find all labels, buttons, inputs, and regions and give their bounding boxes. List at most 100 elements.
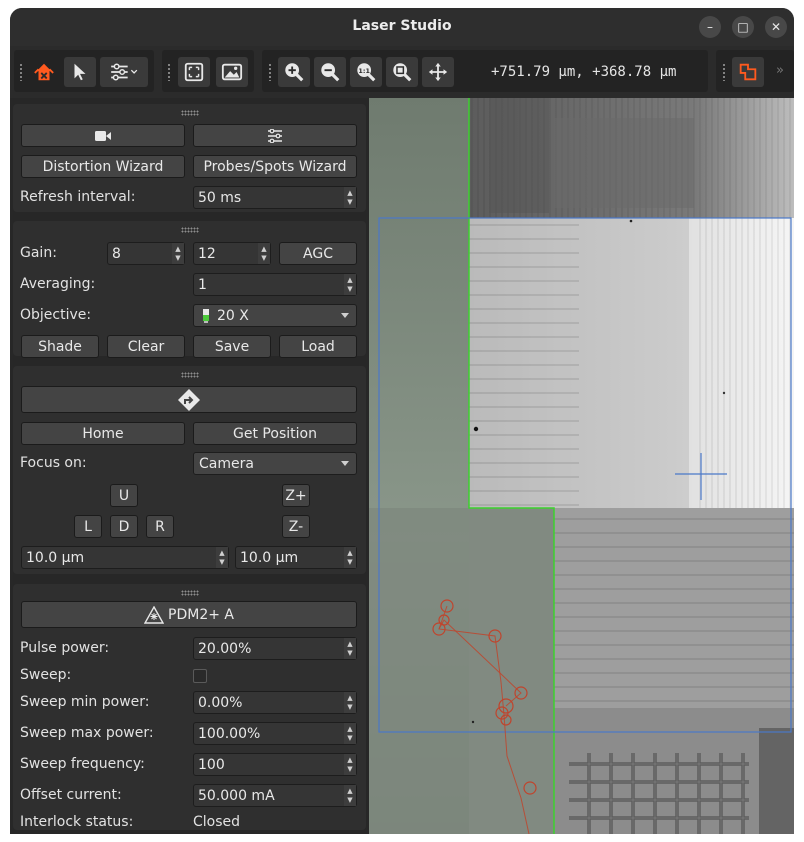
z-minus-button[interactable]: Z- xyxy=(282,515,310,538)
pulse-power-label: Pulse power: xyxy=(20,640,110,656)
spin-arrows-icon[interactable]: ▲ ▼ xyxy=(344,187,356,208)
toolbar-grip[interactable] xyxy=(268,63,272,81)
spin-arrows-icon[interactable]: ▲ ▼ xyxy=(216,547,228,568)
spin-arrows-icon[interactable]: ▲ ▼ xyxy=(344,547,356,568)
panel-drag-handle[interactable] xyxy=(181,227,199,233)
sweep-max-power-spinbox[interactable]: 100.00% ▲ ▼ xyxy=(193,722,357,745)
chevron-down-icon xyxy=(341,461,349,466)
gain-spinbox-2[interactable]: 12 ▲ ▼ xyxy=(193,242,271,265)
gain-value-1: 8 xyxy=(112,245,121,262)
app-logo-icon xyxy=(28,57,60,87)
camera-viewport[interactable] xyxy=(369,98,794,834)
zoom-out-icon[interactable] xyxy=(314,57,346,87)
objective-label: Objective: xyxy=(20,307,92,323)
spin-arrows-icon[interactable]: ▲ ▼ xyxy=(344,723,356,744)
focus-on-combobox[interactable]: Camera xyxy=(193,452,357,475)
spin-arrows-icon[interactable]: ▲ ▼ xyxy=(344,785,356,806)
sweep-min-power-spinbox[interactable]: 0.00% ▲ ▼ xyxy=(193,691,357,714)
averaging-spinbox[interactable]: 1 ▲ ▼ xyxy=(193,273,357,296)
gain-value-2: 12 xyxy=(198,245,216,262)
panel-drag-handle[interactable] xyxy=(181,372,199,378)
camera-settings-button[interactable] xyxy=(193,124,357,147)
toolbar-grip[interactable] xyxy=(722,63,726,81)
camera-button[interactable] xyxy=(21,124,185,147)
move-right-button[interactable]: R xyxy=(146,515,174,538)
sweep-checkbox[interactable] xyxy=(193,669,207,683)
spin-arrows-icon[interactable]: ▲ ▼ xyxy=(344,692,356,713)
refresh-interval-value: 50 ms xyxy=(198,189,242,206)
zoom-1to1-icon[interactable]: 1:1 xyxy=(350,57,382,87)
load-button[interactable]: Load xyxy=(279,335,357,358)
panel-drag-handle[interactable] xyxy=(181,590,199,596)
sweep-frequency-spinbox[interactable]: 100 ▲ ▼ xyxy=(193,753,357,776)
spin-arrows-icon[interactable]: ▲ ▼ xyxy=(172,243,184,264)
toolbar-grip[interactable] xyxy=(19,63,23,81)
move-up-button[interactable]: U xyxy=(110,484,138,507)
offset-current-label: Offset current: xyxy=(20,787,122,803)
main-toolbar: 1:1 +751.79 µm, +368.78 µm » xyxy=(10,46,794,98)
overflow-chevron-icon[interactable]: » xyxy=(776,63,784,78)
image-settings-panel: Gain: 8 ▲ ▼ 12 ▲ ▼ AGC Averaging: 1 ▲ ▼ Obj… xyxy=(13,221,366,358)
refresh-interval-spinbox[interactable]: 50 ms ▲ ▼ xyxy=(193,186,357,209)
app-window: Laser Studio – □ ✕ 1:1 +751.79 µm, +368.… xyxy=(10,8,794,834)
offset-current-spinbox[interactable]: 50.000 mA ▲ ▼ xyxy=(193,784,357,807)
spin-arrows-icon[interactable]: ▲ ▼ xyxy=(344,638,356,659)
toolbar-group-mode xyxy=(14,50,154,92)
video-camera-icon xyxy=(95,130,111,141)
zoom-fit-icon[interactable] xyxy=(386,57,418,87)
frame-icon[interactable] xyxy=(178,57,210,87)
image-icon[interactable] xyxy=(216,57,248,87)
get-position-button[interactable]: Get Position xyxy=(193,422,357,445)
toolbar-group-view xyxy=(162,50,254,92)
window-title: Laser Studio xyxy=(352,18,452,34)
z-step-spinbox[interactable]: 10.0 µm ▲ ▼ xyxy=(235,546,357,569)
close-button[interactable]: ✕ xyxy=(765,16,787,38)
save-button[interactable]: Save xyxy=(193,335,271,358)
clear-button[interactable]: Clear xyxy=(107,335,185,358)
panel-drag-handle[interactable] xyxy=(181,110,199,116)
home-button[interactable]: Home xyxy=(21,422,185,445)
z-plus-button[interactable]: Z+ xyxy=(282,484,310,507)
sweep-label: Sweep: xyxy=(20,667,72,683)
probes-spots-wizard-button[interactable]: Probes/Spots Wizard xyxy=(193,155,357,178)
spin-arrows-icon[interactable]: ▲ ▼ xyxy=(344,274,356,295)
pointer-tool-icon[interactable] xyxy=(64,57,96,87)
laser-device-label: PDM2+ A xyxy=(168,606,234,623)
settings-menu-icon[interactable] xyxy=(100,57,148,87)
toolbar-grip[interactable] xyxy=(167,63,171,81)
laser-device-button[interactable]: PDM2+ A xyxy=(21,601,357,628)
sweep-frequency-label: Sweep frequency: xyxy=(20,756,145,772)
laser-panel: PDM2+ A Pulse power: 20.00% ▲ ▼ Sweep: Sw… xyxy=(13,584,366,830)
sweep-min-power-value: 0.00% xyxy=(198,694,243,711)
minimize-button[interactable]: – xyxy=(699,16,721,38)
coordinates-readout: +751.79 µm, +368.78 µm xyxy=(491,64,677,80)
microscope-image xyxy=(369,98,794,834)
focus-on-value: Camera xyxy=(199,455,254,472)
zoom-in-icon[interactable] xyxy=(278,57,310,87)
maximize-button[interactable]: □ xyxy=(732,16,754,38)
spin-arrows-icon[interactable]: ▲ ▼ xyxy=(258,243,270,264)
shade-button[interactable]: Shade xyxy=(21,335,99,358)
sliders-icon xyxy=(268,128,282,143)
xy-step-spinbox[interactable]: 10.0 µm ▲ ▼ xyxy=(21,546,229,569)
objective-lens-icon xyxy=(203,308,209,323)
sweep-min-power-label: Sweep min power: xyxy=(20,694,150,710)
interlock-status-label: Interlock status: xyxy=(20,814,134,830)
distortion-wizard-button[interactable]: Distortion Wizard xyxy=(21,155,185,178)
move-left-button[interactable]: L xyxy=(74,515,102,538)
chevron-down-icon xyxy=(341,313,349,318)
move-icon[interactable] xyxy=(422,57,454,87)
z-step-value: 10.0 µm xyxy=(240,549,299,566)
sweep-max-power-value: 100.00% xyxy=(198,725,261,742)
toolbar-group-extra: » xyxy=(716,50,794,92)
interlock-status-value: Closed xyxy=(193,814,241,830)
objective-combobox[interactable]: 20 X xyxy=(193,304,357,327)
pulse-power-spinbox[interactable]: 20.00% ▲ ▼ xyxy=(193,637,357,660)
camera-panel: Distortion Wizard Probes/Spots Wizard Re… xyxy=(13,104,366,212)
agc-button[interactable]: AGC xyxy=(279,242,357,265)
probe-shape-icon[interactable] xyxy=(732,57,764,87)
spin-arrows-icon[interactable]: ▲ ▼ xyxy=(344,754,356,775)
stage-goto-button[interactable] xyxy=(21,386,357,413)
gain-spinbox-1[interactable]: 8 ▲ ▼ xyxy=(107,242,185,265)
move-down-button[interactable]: D xyxy=(110,515,138,538)
